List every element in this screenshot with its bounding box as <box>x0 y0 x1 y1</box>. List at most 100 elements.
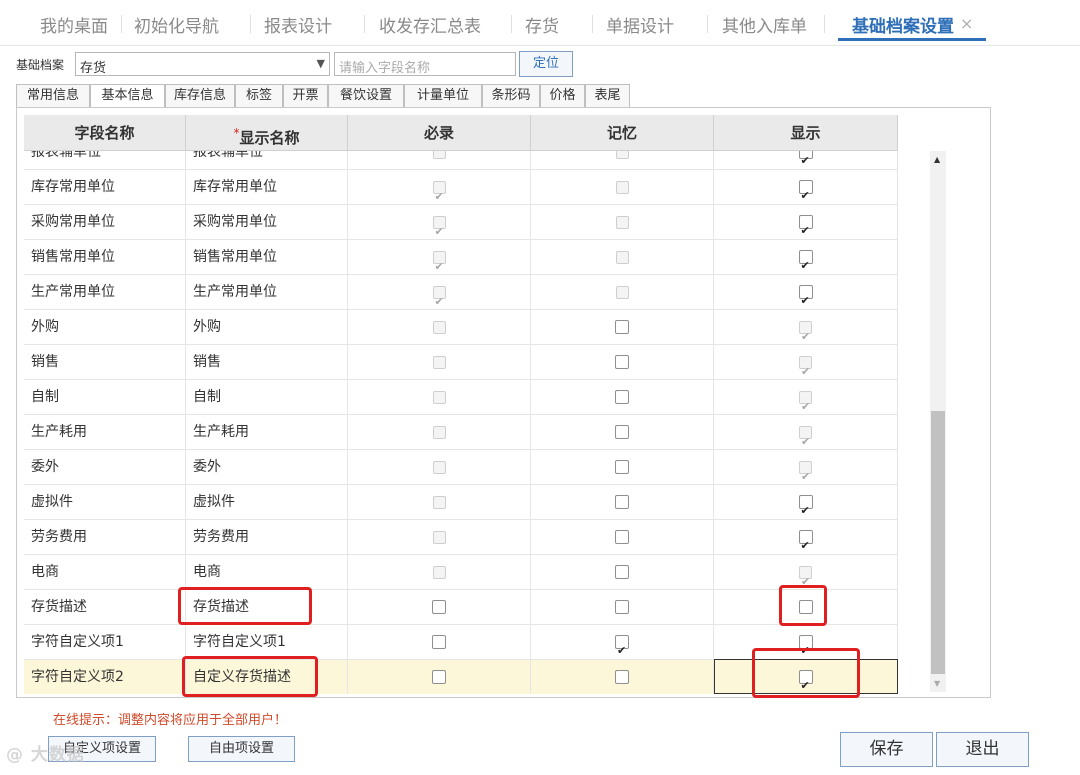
subtab-stock-info[interactable]: 库存信息 <box>165 84 235 108</box>
table-row[interactable]: 字符自定义项1 字符自定义项1 <box>24 625 898 668</box>
subtab-catering[interactable]: 餐饮设置 <box>328 84 404 108</box>
required-checkbox[interactable] <box>432 670 446 684</box>
display-name-cell[interactable]: 存货描述 <box>186 590 348 625</box>
archive-select[interactable]: 存货 ▼ <box>75 52 330 76</box>
table-row[interactable]: 外购 外购 <box>24 310 898 354</box>
memory-checkbox[interactable] <box>615 530 629 544</box>
field-name-cell: 生产常用单位 <box>24 275 186 310</box>
display-name-cell[interactable]: 自制 <box>186 380 348 415</box>
memory-checkbox[interactable] <box>615 355 629 369</box>
table-row[interactable]: 字符自定义项2 自定义存货描述 <box>24 660 898 694</box>
show-checkbox[interactable] <box>798 248 813 283</box>
display-name-cell[interactable]: 采购常用单位 <box>186 205 348 240</box>
display-name-cell[interactable]: 销售 <box>186 345 348 380</box>
show-checkbox[interactable] <box>798 151 813 178</box>
tab-inventory[interactable]: 存货 <box>525 12 559 37</box>
field-search-input[interactable]: 请输入字段名称 <box>334 52 516 76</box>
display-name-cell[interactable]: 劳务费用 <box>186 520 348 555</box>
subtab-basic-info[interactable]: 基本信息 <box>90 84 165 108</box>
field-name-cell: 存货描述 <box>24 590 186 625</box>
table-row[interactable]: 生产常用单位 生产常用单位 <box>24 275 898 319</box>
scroll-up-icon[interactable]: ▲ <box>934 155 940 164</box>
memory-checkbox[interactable] <box>615 600 629 614</box>
table-row[interactable]: 库存常用单位 库存常用单位 <box>24 170 898 214</box>
header-field-name: 字段名称 <box>24 115 186 151</box>
tab-report-design[interactable]: 报表设计 <box>264 12 332 37</box>
show-cell <box>714 520 898 563</box>
required-cell <box>348 205 531 249</box>
display-name-cell[interactable]: 自定义存货描述 <box>186 660 348 694</box>
table-row[interactable]: 电商 电商 <box>24 555 898 599</box>
table-row[interactable]: 委外 委外 <box>24 450 898 494</box>
table-row[interactable]: 生产耗用 生产耗用 <box>24 415 898 459</box>
show-checkbox[interactable] <box>798 668 813 694</box>
close-icon[interactable]: × <box>960 14 973 33</box>
table-row[interactable]: 销售常用单位 销售常用单位 <box>24 240 898 284</box>
memory-checkbox[interactable] <box>615 460 629 474</box>
display-name-cell[interactable]: 销售常用单位 <box>186 240 348 275</box>
required-checkbox[interactable] <box>432 600 446 614</box>
required-checkbox <box>432 495 446 509</box>
table-row[interactable]: 报表辅单位 报表辅单位 <box>24 151 898 178</box>
memory-checkbox[interactable] <box>615 320 629 334</box>
memory-checkbox[interactable] <box>615 390 629 404</box>
subtab-barcode[interactable]: 条形码 <box>482 84 540 108</box>
show-checkbox[interactable] <box>798 633 813 668</box>
display-name-cell[interactable]: 生产常用单位 <box>186 275 348 310</box>
show-checkbox[interactable] <box>798 213 813 248</box>
display-name-cell[interactable]: 外购 <box>186 310 348 345</box>
field-name-cell: 字符自定义项1 <box>24 625 186 660</box>
scroll-down-icon[interactable]: ▼ <box>934 679 940 688</box>
show-checkbox[interactable] <box>798 283 813 318</box>
locate-button[interactable]: 定位 <box>519 51 573 77</box>
memory-checkbox[interactable] <box>615 565 629 579</box>
tab-init-nav[interactable]: 初始化导航 <box>134 12 219 37</box>
memory-checkbox[interactable] <box>615 633 629 668</box>
table-row[interactable]: 自制 自制 <box>24 380 898 424</box>
subtab-unit[interactable]: 计量单位 <box>404 84 482 108</box>
show-checkbox[interactable] <box>798 600 813 614</box>
exit-button[interactable]: 退出 <box>936 732 1029 767</box>
subtab-common-info[interactable]: 常用信息 <box>16 84 90 108</box>
tab-form-design[interactable]: 单据设计 <box>606 12 674 37</box>
show-checkbox[interactable] <box>798 528 813 563</box>
display-name-cell[interactable]: 生产耗用 <box>186 415 348 450</box>
subtab-footer[interactable]: 表尾 <box>585 84 630 108</box>
show-checkbox[interactable] <box>798 178 813 213</box>
memory-checkbox[interactable] <box>615 670 629 684</box>
required-cell <box>348 555 531 590</box>
show-checkbox <box>799 424 812 459</box>
table-row[interactable]: 销售 销售 <box>24 345 898 389</box>
required-checkbox <box>432 214 446 249</box>
chevron-down-icon[interactable]: ▼ <box>317 57 325 70</box>
table-row[interactable]: 虚拟件 虚拟件 <box>24 485 898 528</box>
table-row[interactable]: 存货描述 存货描述 <box>24 590 898 625</box>
show-checkbox <box>799 354 812 389</box>
memory-cell <box>531 625 714 668</box>
subtab-invoice[interactable]: 开票 <box>283 84 328 108</box>
watermark-text: @ 大数据 <box>6 745 85 765</box>
display-name-cell[interactable]: 电商 <box>186 555 348 590</box>
tab-archive-settings[interactable]: 基础档案设置 <box>852 12 954 37</box>
memory-checkbox[interactable] <box>615 495 629 509</box>
memory-checkbox[interactable] <box>615 425 629 439</box>
required-checkbox[interactable] <box>432 635 446 649</box>
display-name-cell[interactable]: 字符自定义项1 <box>186 625 348 660</box>
free-item-settings-button[interactable]: 自由项设置 <box>188 736 295 762</box>
display-name-cell[interactable]: 报表辅单位 <box>186 151 348 170</box>
subtab-price[interactable]: 价格 <box>540 84 585 108</box>
tab-inout-summary[interactable]: 收发存汇总表 <box>379 12 481 37</box>
required-cell <box>348 520 531 555</box>
tab-my-desktop[interactable]: 我的桌面 <box>40 12 108 37</box>
table-row[interactable]: 采购常用单位 采购常用单位 <box>24 205 898 249</box>
subtab-label[interactable]: 标签 <box>235 84 283 108</box>
tab-other-inbound[interactable]: 其他入库单 <box>722 12 807 37</box>
scrollbar-thumb[interactable] <box>931 411 945 674</box>
table-row[interactable]: 劳务费用 劳务费用 <box>24 520 898 563</box>
show-checkbox[interactable] <box>798 493 813 528</box>
display-name-cell[interactable]: 虚拟件 <box>186 485 348 520</box>
display-name-cell[interactable]: 委外 <box>186 450 348 485</box>
display-name-cell[interactable]: 库存常用单位 <box>186 170 348 205</box>
save-button[interactable]: 保存 <box>840 732 933 767</box>
memory-checkbox <box>615 285 629 299</box>
